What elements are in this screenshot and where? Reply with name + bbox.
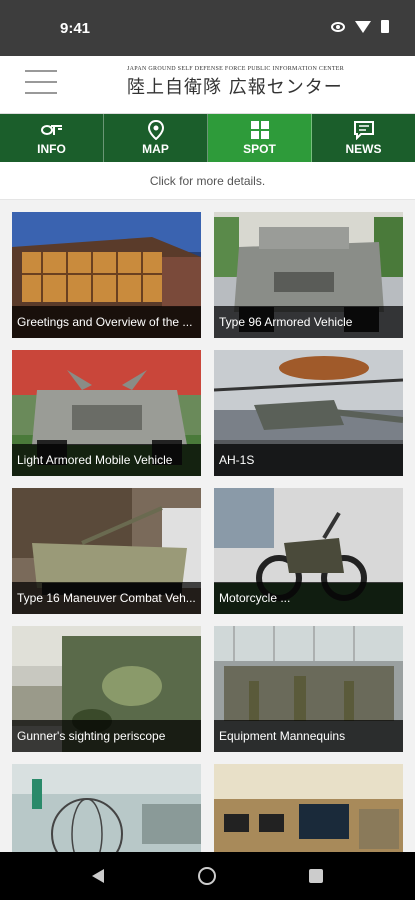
home-icon[interactable]: [198, 867, 216, 885]
spot-caption: Equipment Mannequins: [214, 720, 403, 752]
spot-card-ah1s[interactable]: AH-1S: [214, 350, 403, 476]
spot-card-light-armored[interactable]: Light Armored Mobile Vehicle: [12, 350, 201, 476]
recent-apps-icon[interactable]: [309, 869, 323, 883]
spot-card-motorcycle[interactable]: Motorcycle ...: [214, 488, 403, 614]
spot-caption: AH-1S: [214, 444, 403, 476]
eye-icon: [331, 21, 345, 32]
tab-spot-label: SPOT: [243, 142, 276, 156]
logo-english-text: JAPAN GROUND SELF DEFENSE FORCE PUBLIC I…: [127, 66, 345, 72]
spot-grid: Greetings and Overview of the ... Type 9…: [0, 200, 415, 852]
spot-caption: Greetings and Overview of the ...: [12, 306, 201, 338]
status-icons: [331, 20, 389, 33]
hamburger-menu-icon[interactable]: [25, 70, 57, 98]
spot-card-item10[interactable]: [214, 764, 403, 852]
tab-info[interactable]: INFO: [0, 114, 104, 162]
spot-caption: Motorcycle ...: [214, 582, 403, 614]
wifi-icon: [355, 20, 371, 33]
spot-caption: Light Armored Mobile Vehicle: [12, 444, 201, 476]
back-icon[interactable]: [92, 869, 104, 883]
tab-map[interactable]: MAP: [104, 114, 208, 162]
tab-map-label: MAP: [142, 142, 169, 156]
spot-caption: Type 16 Maneuver Combat Veh...: [12, 582, 201, 614]
news-bubble-icon: [353, 120, 375, 140]
system-nav-bar: [0, 852, 415, 900]
spot-caption: Gunner's sighting periscope: [12, 720, 201, 752]
grid-icon: [249, 120, 271, 140]
battery-icon: [381, 20, 389, 33]
exhibit-globe-photo: [12, 764, 201, 852]
spot-card-type16[interactable]: Type 16 Maneuver Combat Veh...: [12, 488, 201, 614]
spot-card-mannequins[interactable]: Equipment Mannequins: [214, 626, 403, 752]
spot-card-greetings[interactable]: Greetings and Overview of the ...: [12, 212, 201, 338]
map-pin-icon: [145, 120, 167, 140]
app-logo: JAPAN GROUND SELF DEFENSE FORCE PUBLIC I…: [127, 66, 357, 99]
exhibit-hall-photo: [214, 764, 403, 852]
info-logo-icon: [40, 120, 63, 140]
details-hint: Click for more details.: [0, 162, 415, 200]
tab-spot[interactable]: SPOT: [208, 114, 312, 162]
status-bar: 9:41: [0, 0, 415, 56]
tab-bar: INFO MAP SPOT NEWS: [0, 114, 415, 162]
logo-japanese-text: 陸上自衛隊 広報センター: [127, 77, 343, 98]
tab-news[interactable]: NEWS: [312, 114, 415, 162]
spot-card-type96[interactable]: Type 96 Armored Vehicle: [214, 212, 403, 338]
app-header: JAPAN GROUND SELF DEFENSE FORCE PUBLIC I…: [0, 56, 415, 114]
spot-card-item9[interactable]: [12, 764, 201, 852]
spot-card-periscope[interactable]: Gunner's sighting periscope: [12, 626, 201, 752]
status-time: 9:41: [60, 20, 91, 37]
tab-info-label: INFO: [37, 142, 66, 156]
spot-caption: Type 96 Armored Vehicle: [214, 306, 403, 338]
tab-news-label: NEWS: [345, 142, 382, 156]
